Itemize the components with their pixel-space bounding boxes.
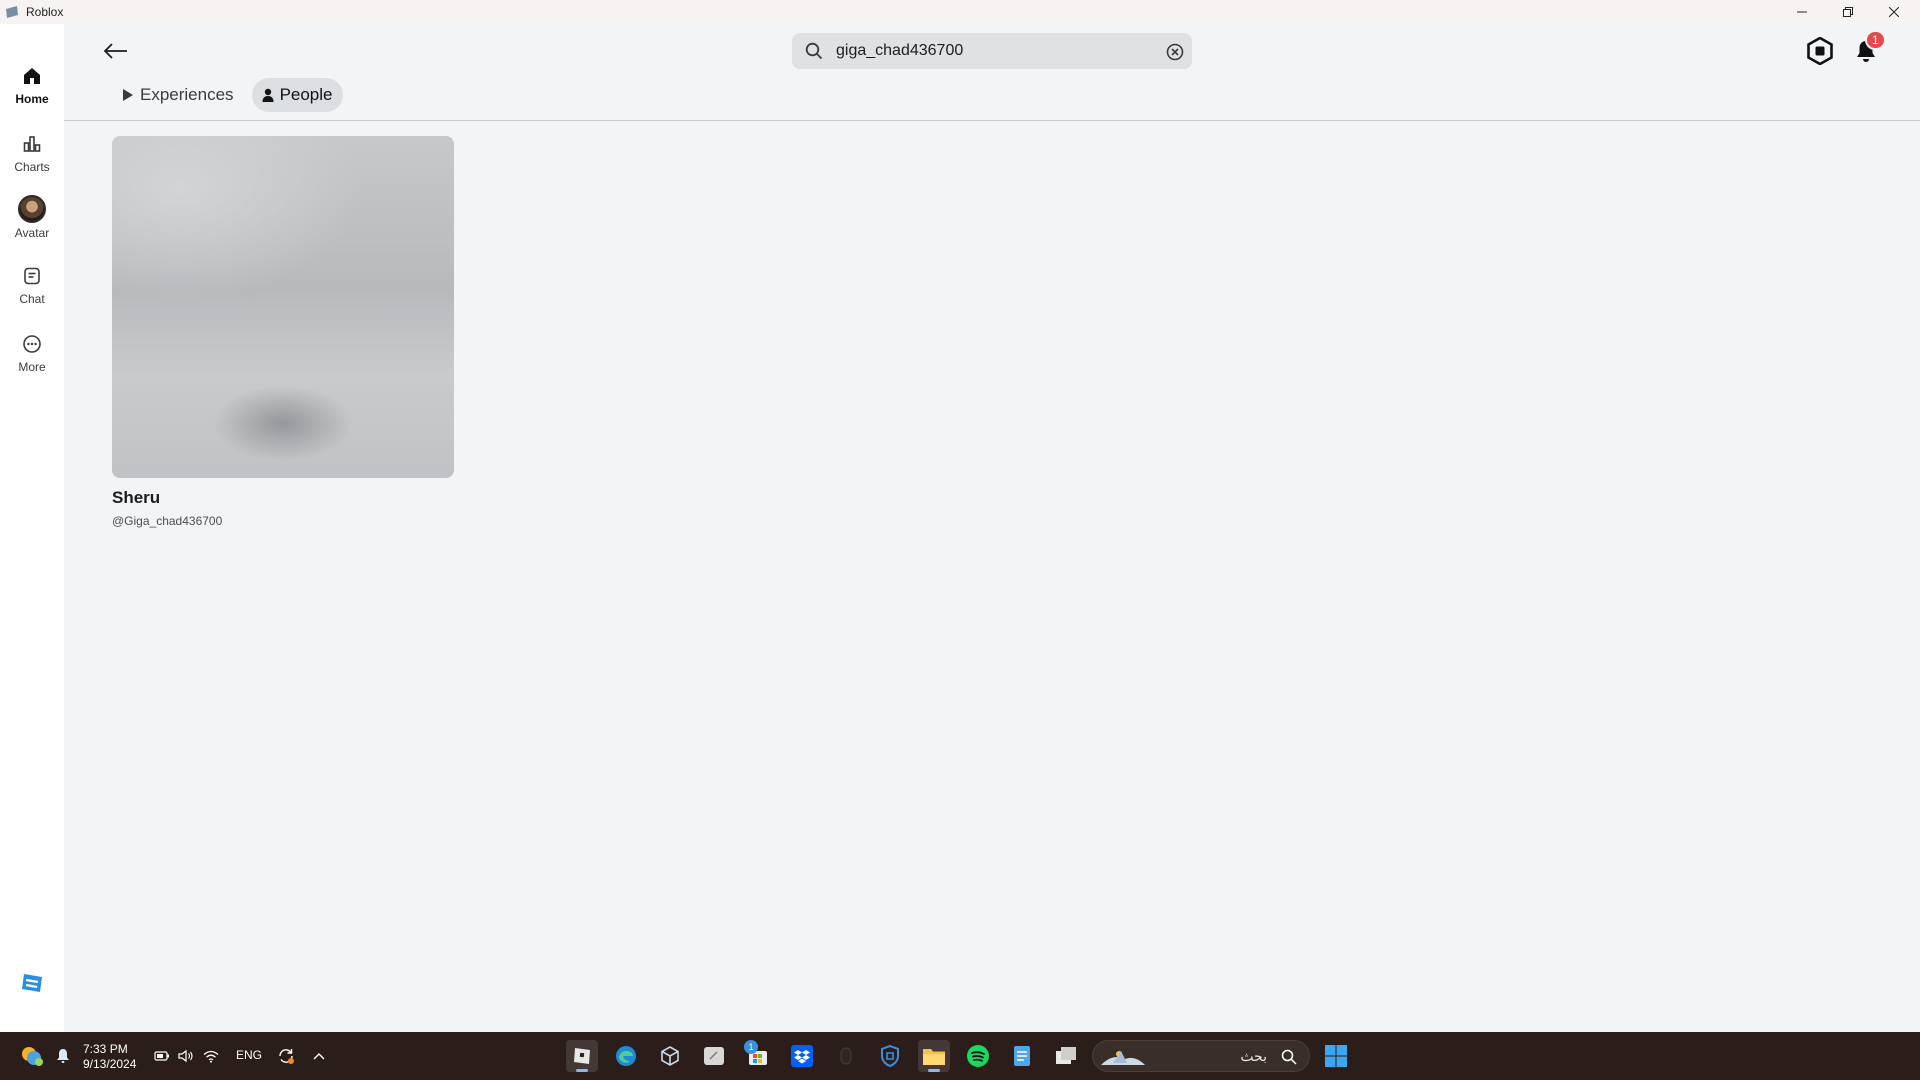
notification-center-button[interactable]: [52, 1040, 74, 1072]
title-bar: Roblox: [0, 0, 1920, 24]
chat-icon: [20, 264, 44, 288]
robux-icon: [1807, 37, 1833, 65]
taskbar-search[interactable]: بحث: [1092, 1040, 1310, 1072]
clock-time: 7:33 PM: [83, 1042, 128, 1056]
folder-icon: [923, 1049, 945, 1065]
window-title: Roblox: [26, 5, 64, 19]
taskbar-app-spotify[interactable]: [962, 1040, 994, 1072]
sidebar-item-chat[interactable]: Chat: [0, 256, 64, 318]
robux-button[interactable]: [1806, 36, 1834, 66]
arrow-left-icon: [104, 43, 127, 59]
taskbar-app-virtualbox[interactable]: [654, 1040, 686, 1072]
search-input[interactable]: [836, 42, 1156, 60]
user-avatar-thumbnail[interactable]: [112, 136, 454, 478]
taskbar-app-notepad[interactable]: [1006, 1040, 1038, 1072]
chevron-up-icon: [313, 1053, 325, 1060]
header-divider: [64, 120, 1920, 121]
roblox-app-icon: [574, 1048, 590, 1064]
windows-logo-icon: [1325, 1045, 1347, 1067]
widgets-button[interactable]: [16, 1040, 48, 1072]
roblox-app-icon: [6, 6, 18, 18]
task-view-icon: [1056, 1047, 1076, 1064]
mouse-icon: [840, 1047, 852, 1065]
search-tabs: Experiences People: [112, 78, 343, 112]
notepad-icon: [1014, 1046, 1030, 1066]
tab-experiences[interactable]: Experiences: [112, 78, 244, 112]
sidebar-item-charts[interactable]: Charts: [0, 124, 64, 186]
sidebar-item-label: More: [18, 360, 46, 374]
show-hidden-icons-button[interactable]: [308, 1040, 330, 1072]
minimize-button[interactable]: [1780, 0, 1824, 24]
charts-icon: [20, 132, 44, 156]
taskbar-app-defender[interactable]: [874, 1040, 906, 1072]
battery-icon: [154, 1051, 169, 1061]
notes-app-icon: [704, 1047, 724, 1065]
user-result-card[interactable]: Sheru @Giga_chad436700: [112, 136, 454, 528]
sidebar-item-label: Chat: [19, 292, 45, 306]
spotify-icon: [967, 1045, 989, 1067]
taskbar-app-roblox[interactable]: [566, 1040, 598, 1072]
sync-button[interactable]: [274, 1040, 298, 1072]
clear-search-button[interactable]: [1164, 41, 1186, 63]
taskbar-app-mouse[interactable]: [830, 1040, 862, 1072]
edge-browser-icon: [616, 1046, 636, 1066]
search-icon: [804, 41, 824, 61]
bell-icon: [57, 1049, 69, 1063]
user-display-name[interactable]: Sheru: [112, 488, 454, 508]
taskbar-app-task-view[interactable]: [1050, 1040, 1082, 1072]
start-button[interactable]: [1320, 1040, 1352, 1072]
wifi-button[interactable]: [200, 1040, 222, 1072]
taskbar-app-dropbox[interactable]: [786, 1040, 818, 1072]
search-icon: [1281, 1049, 1297, 1065]
taskbar-app-edge[interactable]: [610, 1040, 642, 1072]
restore-button[interactable]: [1826, 0, 1870, 24]
avatar-icon: [17, 194, 47, 224]
search-highlight-image: [1101, 1051, 1145, 1065]
more-icon: [20, 332, 44, 356]
sidebar: Home Charts Avatar Chat More: [0, 24, 64, 1032]
sync-icon: [279, 1049, 294, 1064]
language-indicator[interactable]: ENG: [236, 1048, 262, 1062]
sidebar-item-label: Home: [15, 92, 49, 106]
weather-widget-icon: [22, 1047, 43, 1066]
avatar: [18, 195, 46, 223]
store-notification-badge: 1: [744, 1040, 758, 1054]
speaker-icon: [178, 1049, 193, 1063]
sidebar-item-home[interactable]: Home: [0, 56, 64, 118]
volume-button[interactable]: [176, 1040, 196, 1072]
roblox-logo-icon[interactable]: [21, 972, 43, 994]
home-icon: [20, 64, 44, 88]
cube-icon: [661, 1046, 679, 1066]
play-icon: [123, 89, 133, 101]
taskbar-app-notes[interactable]: [698, 1040, 730, 1072]
close-button[interactable]: [1872, 0, 1916, 24]
dropbox-icon: [791, 1045, 813, 1067]
back-button[interactable]: [100, 38, 132, 64]
taskbar-search-text: بحث: [1240, 1048, 1267, 1064]
taskbar-clock[interactable]: 7:33 PM 9/13/2024: [83, 1042, 136, 1072]
sidebar-item-label: Avatar: [14, 226, 50, 240]
shield-icon: [881, 1045, 899, 1067]
person-icon: [262, 88, 274, 102]
user-username: @Giga_chad436700: [112, 514, 223, 528]
search-bar: [792, 33, 1192, 69]
minimize-icon: [1797, 11, 1807, 13]
sidebar-item-more[interactable]: More: [0, 324, 64, 386]
taskbar-app-file-explorer[interactable]: [918, 1040, 950, 1072]
notification-badge: 1: [1865, 30, 1886, 50]
close-icon: [1889, 7, 1899, 17]
tab-people[interactable]: People: [251, 78, 343, 112]
clear-icon: [1166, 43, 1184, 61]
clock-date: 9/13/2024: [83, 1057, 137, 1071]
taskbar: 7:33 PM 9/13/2024 ENG بحث: [0, 1032, 1920, 1080]
tab-label: Experiences: [140, 85, 234, 104]
sidebar-item-avatar[interactable]: Avatar: [0, 188, 64, 250]
restore-icon: [1843, 7, 1853, 17]
sidebar-item-label: Charts: [14, 160, 50, 174]
tab-label: People: [279, 85, 333, 104]
battery-button[interactable]: [152, 1040, 172, 1072]
wifi-icon: [203, 1050, 219, 1063]
